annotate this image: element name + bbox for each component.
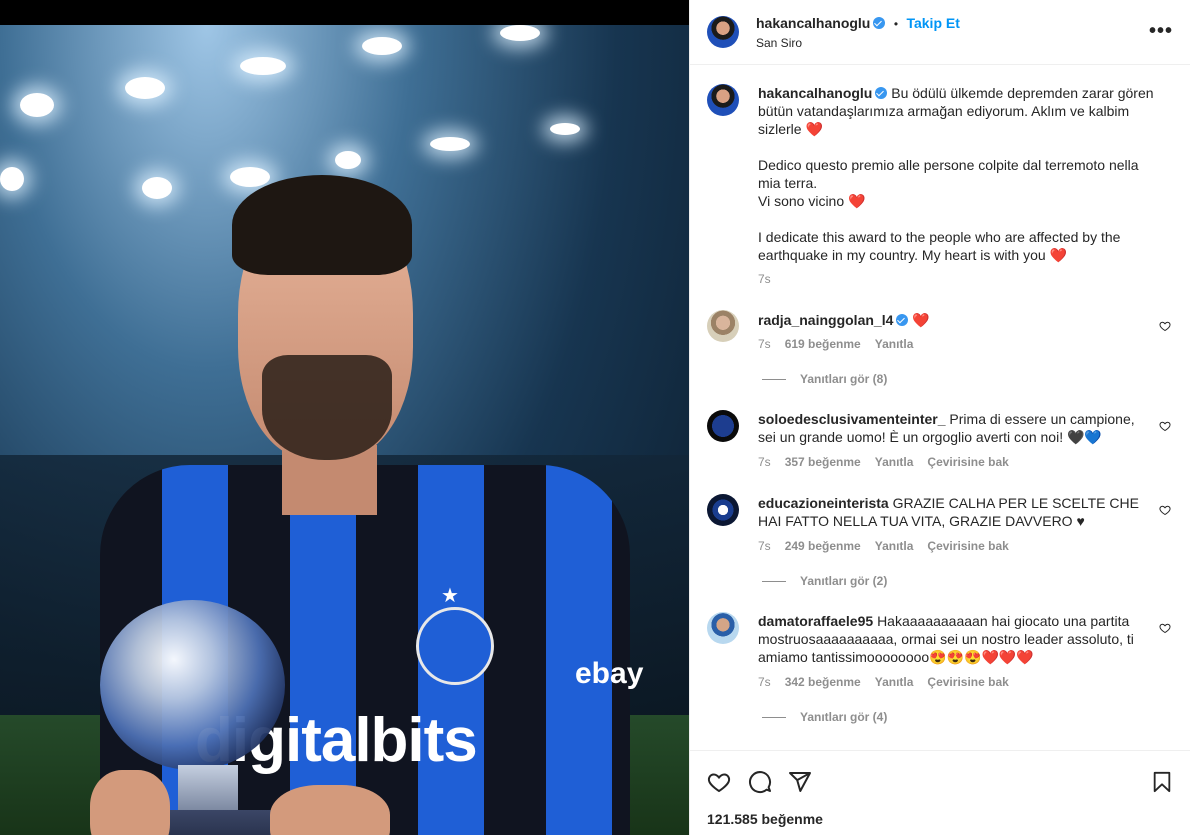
avatar[interactable] — [707, 410, 739, 442]
stadium-light — [335, 151, 361, 169]
caption-timestamp[interactable]: 7s — [758, 272, 771, 286]
player-hand — [270, 785, 390, 835]
comment-meta: 7s 357 beğenme Yanıtla Çevirisine bak — [758, 455, 1023, 469]
comment-likes[interactable]: 249 beğenme — [785, 539, 861, 553]
more-options-icon[interactable]: ••• — [1149, 20, 1173, 43]
translate-button[interactable]: Çevirisine bak — [927, 675, 1008, 689]
caption-text: Bu ödülü ülkemde depremden zarar gören b… — [758, 85, 1154, 263]
comment-text-row: damatoraffaele95 Hakaaaaaaaaaan hai gioc… — [758, 612, 1148, 666]
stadium-light — [230, 167, 270, 187]
comment-likes[interactable]: 357 beğenme — [785, 455, 861, 469]
stadium-light — [362, 37, 402, 55]
view-replies-button[interactable]: Yanıtları gör (8) — [762, 372, 887, 386]
comment-text: ❤️ — [912, 312, 930, 328]
verified-badge-icon — [873, 17, 886, 29]
stadium-light — [240, 57, 286, 75]
comment-meta: 7s 249 beğenme Yanıtla Çevirisine bak — [758, 539, 1023, 553]
heart-icon[interactable] — [707, 770, 731, 794]
stadium-light — [430, 137, 470, 151]
avatar[interactable] — [707, 612, 739, 644]
view-replies-label: Yanıtları gör (4) — [800, 710, 888, 724]
comment-username[interactable]: radja_nainggolan_l4 — [758, 312, 893, 328]
post-header: hakancalhanoglu • Takip Et San Siro ••• — [690, 0, 1190, 65]
avatar[interactable] — [707, 494, 739, 526]
comment-icon[interactable] — [748, 770, 772, 794]
comment-time[interactable]: 7s — [758, 539, 771, 553]
translate-button[interactable]: Çevirisine bak — [927, 539, 1008, 553]
author-username[interactable]: hakancalhanoglu — [756, 15, 870, 31]
reply-button[interactable]: Yanıtla — [875, 675, 914, 689]
player-beard — [262, 355, 392, 460]
comment-meta: 7s 619 beğenme Yanıtla — [758, 337, 927, 351]
stadium-light — [142, 177, 172, 199]
divider — [762, 717, 786, 719]
club-crest — [416, 607, 494, 685]
heart-icon[interactable] — [1159, 504, 1171, 516]
stadium-light — [125, 77, 165, 99]
heart-icon[interactable] — [1159, 320, 1171, 332]
divider — [762, 581, 786, 583]
separator: • — [893, 17, 899, 31]
heart-icon[interactable] — [1159, 622, 1171, 634]
comment-time[interactable]: 7s — [758, 337, 771, 351]
header-user-row: hakancalhanoglu • Takip Et — [756, 15, 960, 33]
view-replies-button[interactable]: Yanıtları gör (4) — [762, 710, 887, 724]
post-image[interactable]: ★ ebay digitalbits — [0, 25, 689, 835]
comment-text-row: radja_nainggolan_l4 ❤️ — [758, 311, 1148, 329]
stadium-light — [550, 123, 580, 135]
reply-button[interactable]: Yanıtla — [875, 455, 914, 469]
divider — [762, 379, 786, 381]
view-replies-button[interactable]: Yanıtları gör (2) — [762, 574, 887, 588]
avatar[interactable] — [707, 310, 739, 342]
player-hair — [232, 175, 412, 275]
likes-count[interactable]: 121.585 beğenme — [707, 811, 823, 827]
comment-username[interactable]: educazioneinterista — [758, 495, 889, 511]
stadium-light — [500, 25, 540, 41]
verified-badge-icon — [896, 314, 909, 326]
stadium-light — [20, 93, 54, 117]
comment-username[interactable]: soloedesclusivamenteinter_ — [758, 411, 946, 427]
star-icon: ★ — [441, 585, 459, 607]
reply-button[interactable]: Yanıtla — [875, 539, 914, 553]
player-hand — [90, 770, 170, 835]
comment-likes[interactable]: 619 beğenme — [785, 337, 861, 351]
comment-text-row: educazioneinterista GRAZIE CALHA PER LE … — [758, 494, 1148, 530]
share-icon[interactable] — [788, 770, 812, 794]
top-black-bar — [0, 0, 689, 25]
bookmark-icon[interactable] — [1151, 770, 1173, 794]
comment-username[interactable]: damatoraffaele95 — [758, 613, 873, 629]
jersey-brand: ebay — [575, 657, 644, 690]
post-caption: hakancalhanoglu Bu ödülü ülkemde depremd… — [758, 84, 1158, 264]
post-side-panel: hakancalhanoglu • Takip Et San Siro ••• … — [689, 0, 1190, 835]
follow-button[interactable]: Takip Et — [906, 15, 959, 31]
comment-time[interactable]: 7s — [758, 455, 771, 469]
comment-time[interactable]: 7s — [758, 675, 771, 689]
trophy — [100, 600, 285, 770]
view-replies-label: Yanıtları gör (8) — [800, 372, 888, 386]
location-link[interactable]: San Siro — [756, 36, 802, 50]
comment-text-row: soloedesclusivamenteinter_ Prima di esse… — [758, 410, 1148, 446]
comment-meta: 7s 342 beğenme Yanıtla Çevirisine bak — [758, 675, 1023, 689]
verified-badge-icon — [875, 87, 888, 99]
reply-button[interactable]: Yanıtla — [875, 337, 914, 351]
avatar[interactable] — [707, 16, 739, 48]
view-replies-label: Yanıtları gör (2) — [800, 574, 888, 588]
caption-avatar[interactable] — [707, 84, 739, 116]
stadium-light — [0, 167, 24, 191]
comment-likes[interactable]: 342 beğenme — [785, 675, 861, 689]
translate-button[interactable]: Çevirisine bak — [927, 455, 1008, 469]
caption-username[interactable]: hakancalhanoglu — [758, 85, 872, 101]
heart-icon[interactable] — [1159, 420, 1171, 432]
